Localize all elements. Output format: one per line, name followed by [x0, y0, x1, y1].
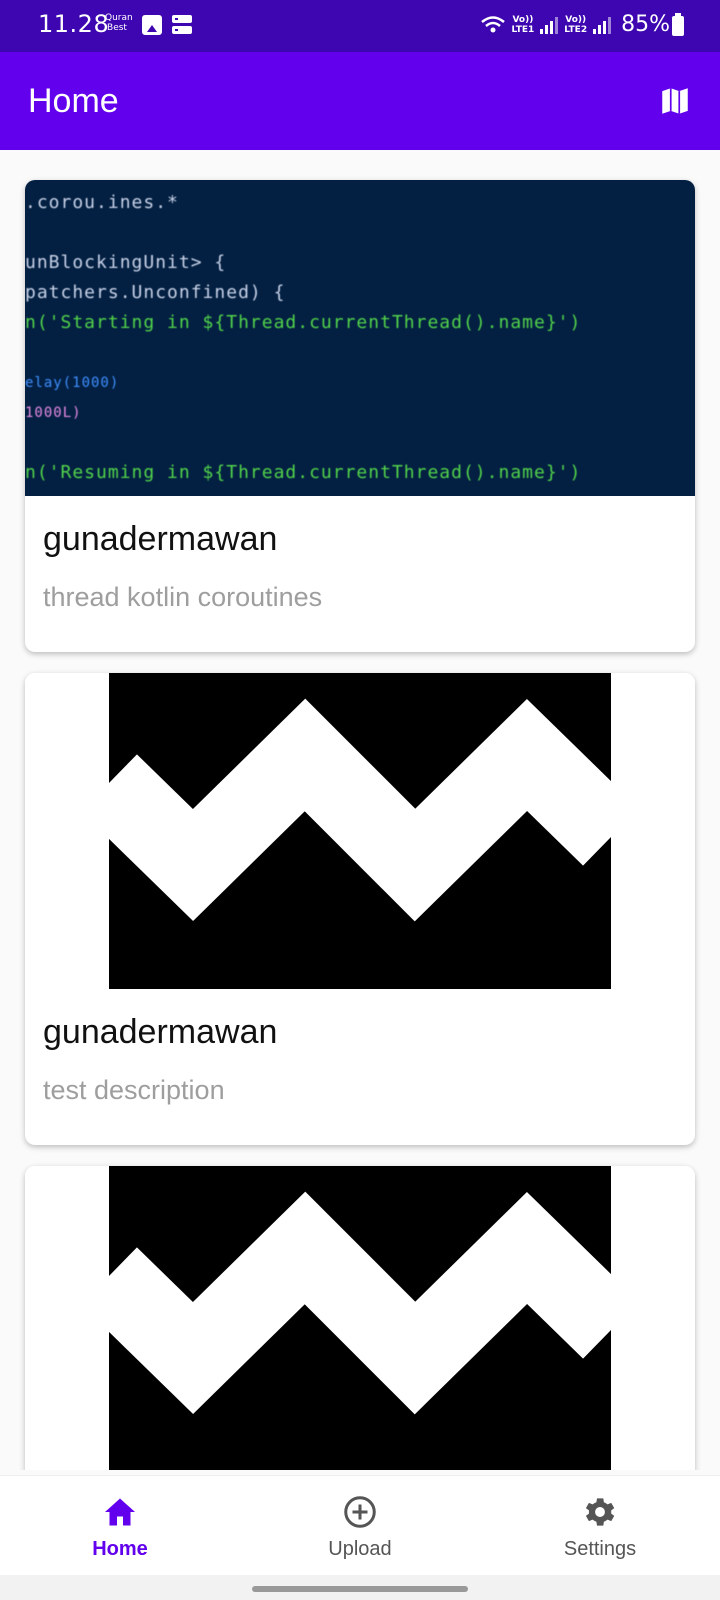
post-description: thread kotlin coroutines [43, 582, 323, 612]
post-author: gunadermawan [43, 520, 278, 558]
bottom-navigation: Home Upload Settings [0, 1475, 720, 1575]
gear-icon [585, 1498, 615, 1526]
nav-label-home: Home [92, 1538, 148, 1560]
app-bar: Home [0, 52, 720, 150]
nav-label-settings: Settings [563, 1538, 637, 1560]
post-card[interactable]: .corou.ines.* unBlockingUnit> { patchers… [25, 180, 695, 652]
nav-item-upload[interactable]: Upload [240, 1476, 480, 1576]
post-image-placeholder [25, 1166, 695, 1470]
battery-percent: 85% [621, 12, 670, 37]
lte1-indicator: Vo)) LTE1 [511, 14, 535, 35]
page-title: Home [28, 82, 119, 120]
gallery-notification-icon [142, 15, 162, 35]
lte2-indicator: Vo)) LTE2 [564, 14, 588, 35]
post-description: test description [43, 1075, 225, 1105]
post-author: gunadermawan [43, 1013, 278, 1051]
post-image-placeholder [25, 673, 695, 989]
broken-image-icon [109, 1166, 611, 1470]
nav-item-home[interactable]: Home [0, 1476, 240, 1576]
status-bar: 11.28 Quran Best Vo)) LTE1 Vo)) LTE2 85% [0, 0, 720, 52]
add-circle-icon [344, 1496, 376, 1528]
post-card[interactable] [25, 1166, 695, 1470]
status-right-group: Vo)) LTE1 Vo)) LTE2 85% [480, 12, 670, 37]
nav-item-settings[interactable]: Settings [480, 1476, 720, 1576]
storage-notification-icon [172, 15, 192, 35]
post-image-code-screenshot: .corou.ines.* unBlockingUnit> { patchers… [25, 180, 695, 496]
gesture-area [0, 1575, 720, 1600]
status-time: 11.28 [38, 10, 110, 38]
nav-label-upload: Upload [328, 1538, 392, 1560]
battery-icon [672, 13, 684, 36]
wifi-icon [480, 15, 506, 32]
post-feed[interactable]: .corou.ines.* unBlockingUnit> { patchers… [0, 150, 720, 1470]
broken-image-icon [109, 673, 611, 989]
home-icon [105, 1498, 135, 1526]
gesture-handle[interactable] [252, 1586, 468, 1592]
quran-app-icon: Quran Best [105, 13, 133, 33]
post-card[interactable]: gunadermawan test description [25, 673, 695, 1145]
signal1-icon [540, 16, 559, 34]
map-icon[interactable] [658, 84, 692, 118]
signal2-icon [593, 16, 612, 34]
